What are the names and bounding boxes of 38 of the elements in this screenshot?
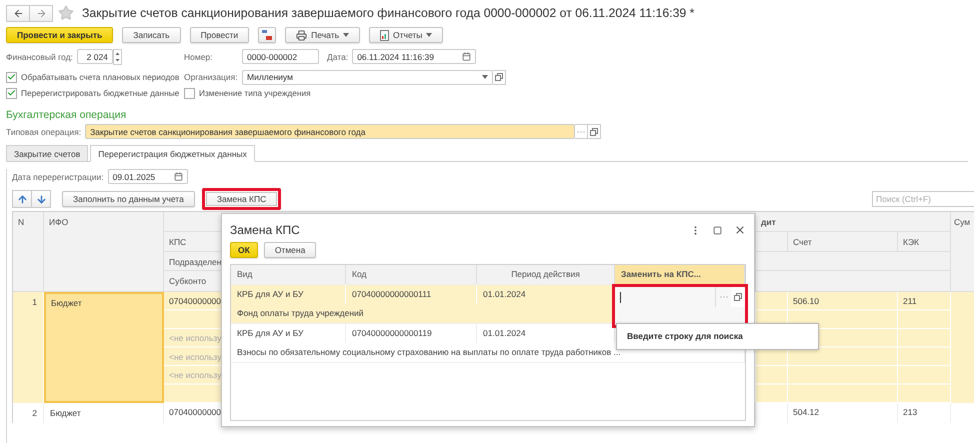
column-header: Заменить на КПС... <box>615 265 745 284</box>
table-cell: Фонд оплаты труда учреждений <box>231 304 615 323</box>
field-label: Типовая операция: <box>6 126 82 136</box>
column-header: дит <box>756 212 951 232</box>
field-label: Дата: <box>327 52 348 62</box>
checkbox-label: Изменение типа учреждения <box>199 88 311 98</box>
table-cell: КРБ для АУ и БУ <box>231 285 346 304</box>
cell-text: <не использу <box>169 333 222 343</box>
cell-text: 211 <box>903 296 917 306</box>
cell-text: 07040000000 <box>169 407 222 417</box>
checkbox-label: Перерегистрировать бюджетные данные <box>21 88 180 98</box>
column-header: Сум <box>951 212 974 292</box>
cell-text: 504.12 <box>793 407 819 417</box>
column-header: Период действия <box>477 265 615 284</box>
cell-text: <не использу <box>169 370 222 380</box>
table-cell: 1 <box>13 292 44 403</box>
cell-text: 213 <box>903 407 918 417</box>
table-cell: 01.01.2024 <box>477 324 615 343</box>
field-label: Финансовый год: <box>6 52 73 62</box>
search-hint-popup: Введите строку для поиска <box>616 323 819 350</box>
cell-text: 506.10 <box>793 296 819 306</box>
column-header: КЭК <box>898 232 951 252</box>
field-label: Дата перерегистрации: <box>12 172 104 182</box>
column-header: Вид <box>231 265 346 284</box>
section-title: Бухгалтерская операция <box>6 109 128 122</box>
column-header: ИФО <box>44 212 164 292</box>
window-title: Закрытие счетов санкционирования завершаемого финансового года 0000-000002 от 06.11.2024 11:16:39 * <box>82 6 694 20</box>
cell-text: <не использу <box>169 352 222 362</box>
checkbox-label: Обрабатывать счета плановых периодов <box>21 72 180 82</box>
field-label: Номер: <box>184 52 214 62</box>
column-header: Код <box>346 265 477 284</box>
cell-text: 07040000000 <box>169 296 222 306</box>
table-cell: КРБ для АУ и БУ <box>231 324 346 343</box>
table-cell: 07040000000000119 <box>346 324 477 343</box>
field-label: Организация: <box>184 72 238 82</box>
column-header: N <box>13 212 44 292</box>
column-header: Счет <box>788 232 898 252</box>
table-cell: 07040000000000111 <box>346 285 477 304</box>
